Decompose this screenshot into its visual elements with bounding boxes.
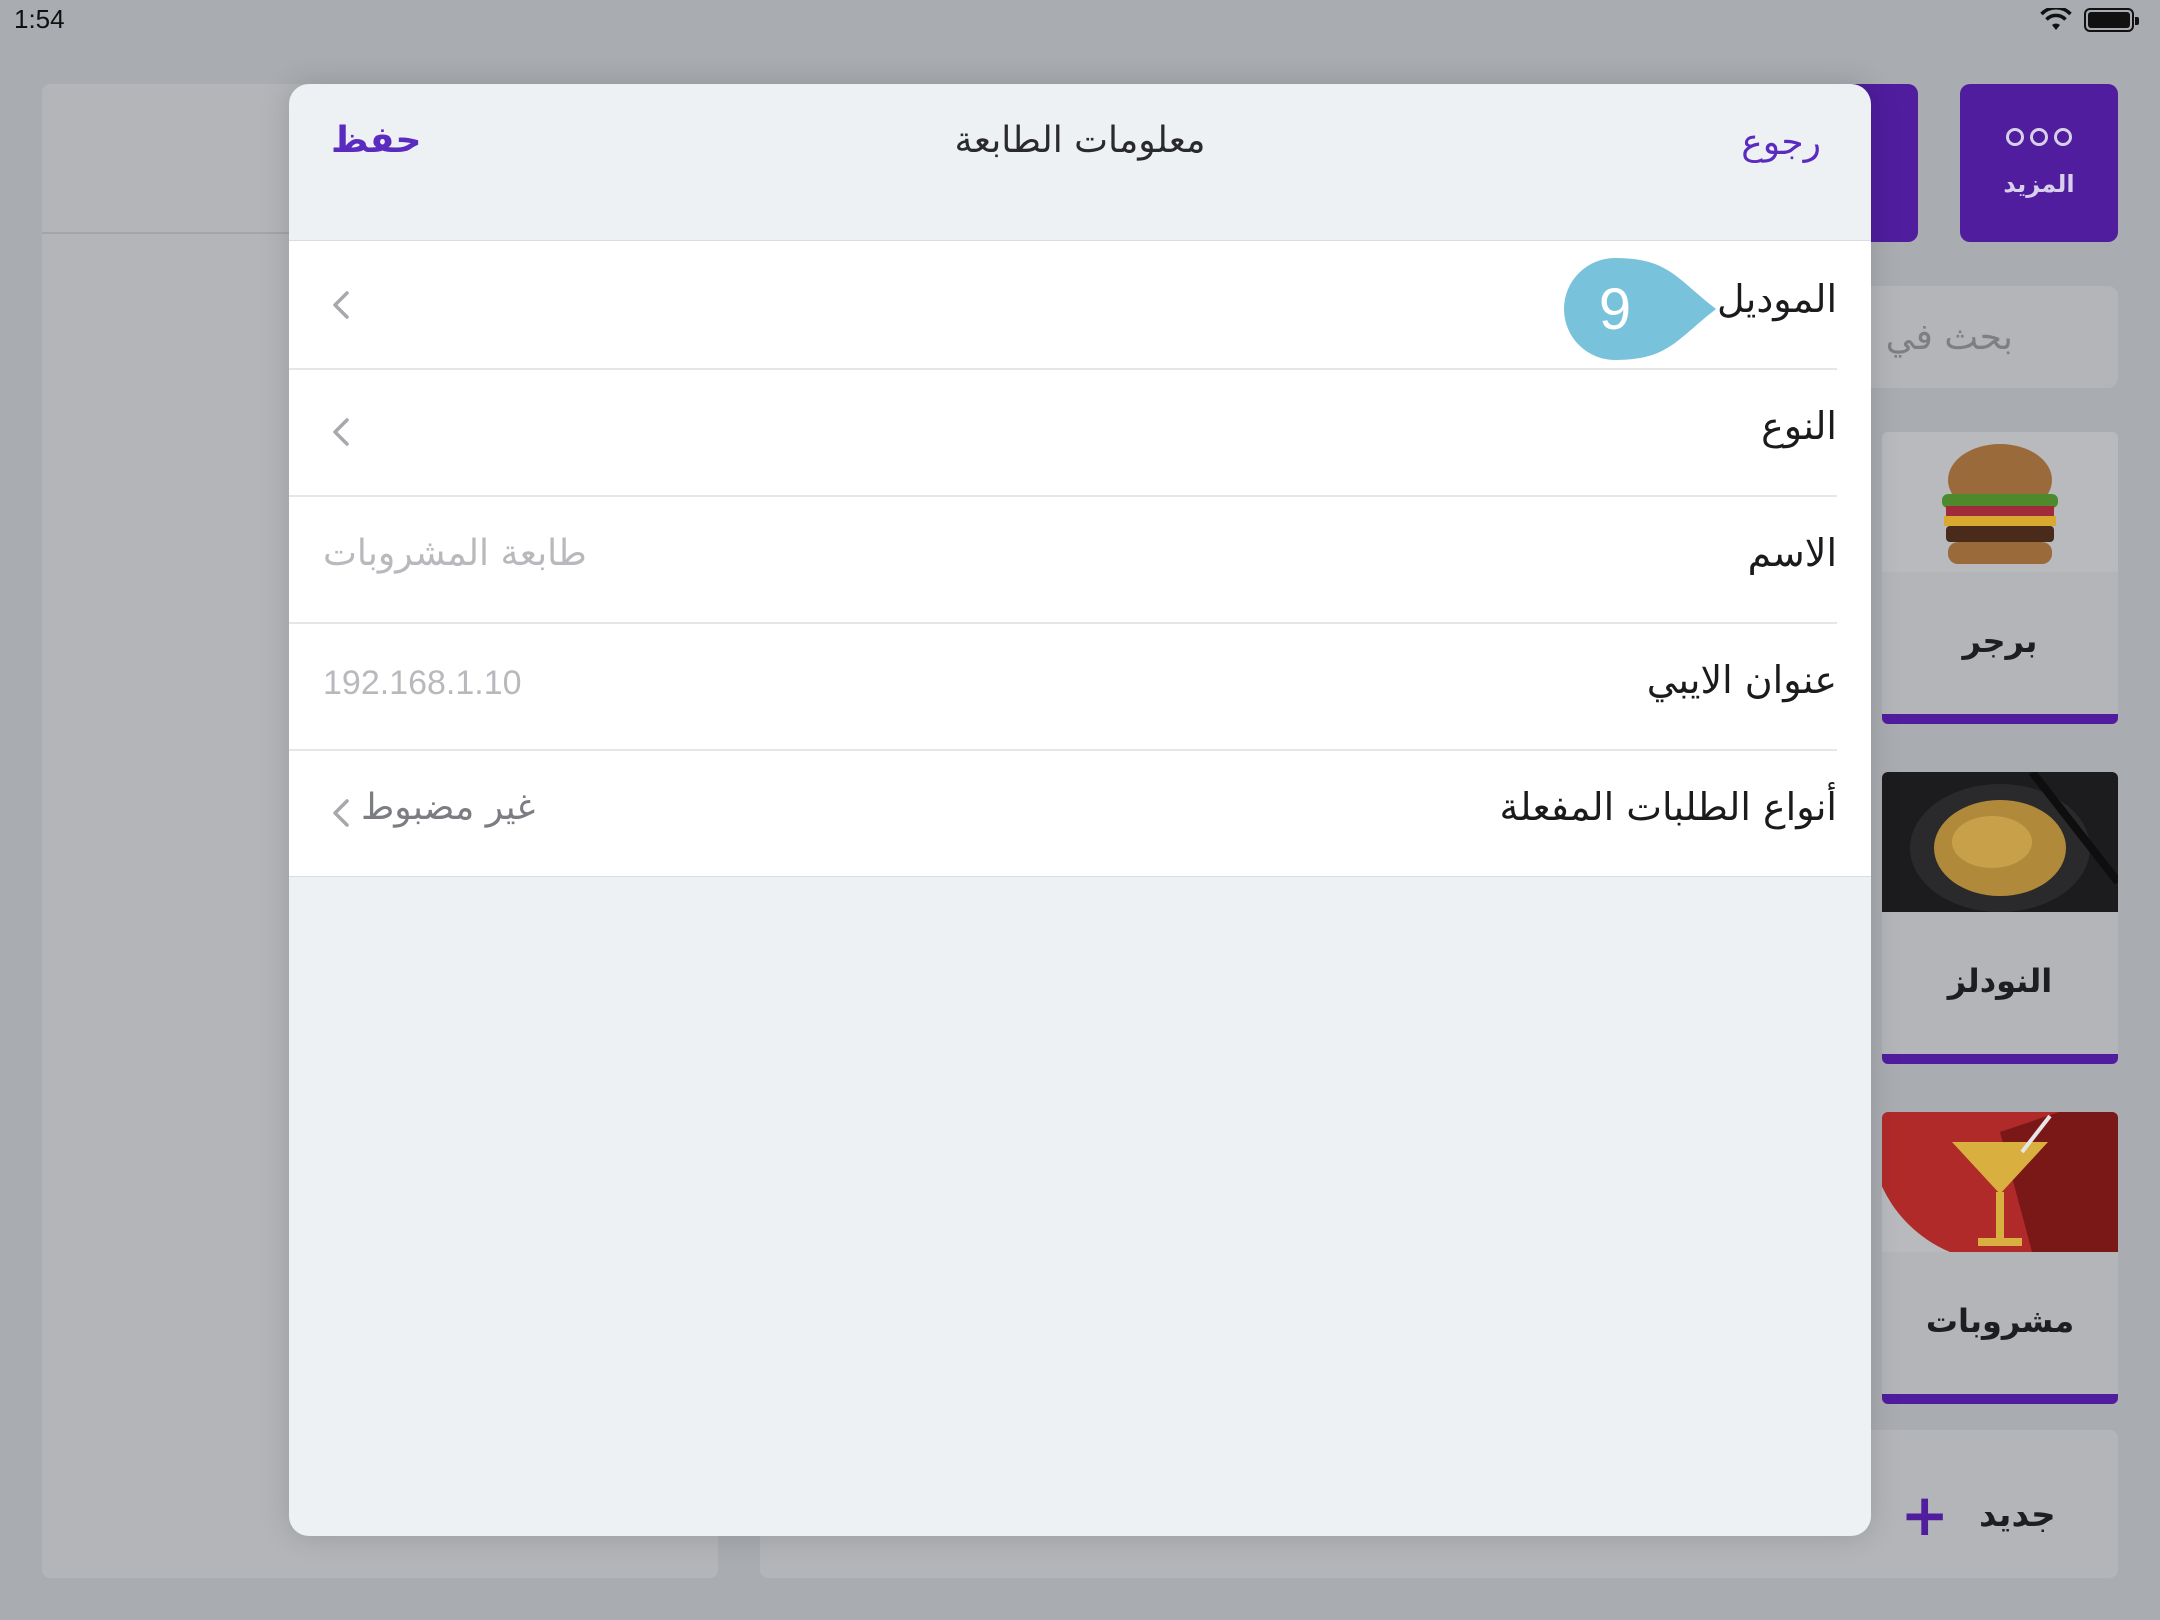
chevron-left-icon bbox=[333, 291, 349, 319]
enabled-order-types-label: أنواع الطلبات المفعلة bbox=[1499, 785, 1837, 829]
modal-header: حفظ معلومات الطابعة رجوع bbox=[289, 84, 1871, 240]
enabled-order-types-value: غير مضبوط bbox=[361, 787, 536, 828]
callout-number: 9 bbox=[1598, 276, 1632, 342]
category-accent-bar bbox=[1882, 1394, 2118, 1404]
name-label: الاسم bbox=[1747, 531, 1837, 575]
name-field[interactable]: طابعة المشروبات bbox=[323, 533, 587, 574]
new-item-button[interactable]: جديد + bbox=[1838, 1452, 2118, 1578]
ip-address-label: عنوان الايبي bbox=[1646, 658, 1837, 702]
noodles-image bbox=[1882, 772, 2118, 912]
category-card-drinks[interactable]: مشروبات bbox=[1882, 1112, 2118, 1404]
burger-image bbox=[1882, 432, 2118, 572]
category-name: برجر bbox=[1962, 622, 2038, 660]
category-name: النودلز bbox=[1947, 962, 2053, 1000]
category-name: مشروبات bbox=[1925, 1302, 2075, 1340]
status-icons bbox=[2040, 8, 2139, 32]
new-item-label: جديد bbox=[1979, 1495, 2056, 1535]
more-button-label: المزيد bbox=[2003, 170, 2075, 198]
category-accent-bar bbox=[1882, 1054, 2118, 1064]
chevron-left-icon bbox=[333, 418, 349, 446]
ip-address-row[interactable]: عنوان الايبي 192.168.1.10 bbox=[289, 622, 1871, 749]
wifi-icon bbox=[2040, 8, 2072, 30]
back-button[interactable]: رجوع bbox=[1741, 122, 1821, 163]
name-row[interactable]: الاسم طابعة المشروبات bbox=[289, 495, 1871, 622]
type-row[interactable]: النوع bbox=[289, 368, 1871, 495]
model-label: الموديل bbox=[1716, 277, 1837, 321]
drink-image bbox=[1882, 1112, 2118, 1252]
category-card-burger[interactable]: برجر bbox=[1882, 432, 2118, 724]
chevron-left-icon bbox=[333, 799, 349, 827]
ip-address-field[interactable]: 192.168.1.10 bbox=[323, 664, 522, 703]
enabled-order-types-row[interactable]: أنواع الطلبات المفعلة غير مضبوط bbox=[289, 749, 1871, 876]
more-button[interactable]: المزيد bbox=[1960, 84, 2118, 242]
category-accent-bar bbox=[1882, 714, 2118, 724]
type-label: النوع bbox=[1761, 404, 1837, 448]
category-card-noodles[interactable]: النودلز bbox=[1882, 772, 2118, 1064]
plus-icon: + bbox=[1900, 1481, 1950, 1549]
more-dots-icon bbox=[2006, 128, 2072, 146]
modal-title: معلومات الطابعة bbox=[954, 120, 1206, 161]
battery-icon bbox=[2084, 8, 2139, 32]
status-time: 1:54 bbox=[14, 4, 65, 34]
search-input[interactable]: بحث في ال bbox=[1838, 286, 2118, 388]
